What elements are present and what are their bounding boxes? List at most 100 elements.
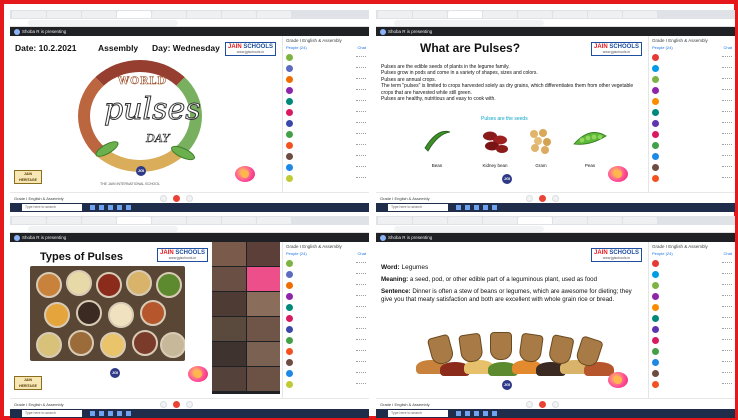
- video-tile[interactable]: [212, 317, 246, 341]
- participant-row[interactable]: [649, 357, 735, 368]
- video-tile[interactable]: [246, 292, 280, 316]
- participant-row[interactable]: [283, 335, 369, 346]
- url-field[interactable]: [394, 20, 544, 26]
- participant-row[interactable]: [283, 346, 369, 357]
- video-tile[interactable]: [246, 342, 280, 366]
- browser-tab-active[interactable]: [117, 217, 151, 224]
- mic-icon[interactable]: [356, 155, 366, 158]
- browser-tab[interactable]: [187, 11, 221, 18]
- participant-row[interactable]: [283, 313, 369, 324]
- microphone-button[interactable]: [160, 401, 167, 408]
- mic-icon[interactable]: [722, 111, 732, 114]
- video-tile[interactable]: [212, 242, 246, 266]
- browser-tab[interactable]: [448, 217, 482, 224]
- mic-icon[interactable]: [356, 306, 366, 309]
- video-tile[interactable]: [246, 242, 280, 266]
- app-icon[interactable]: [117, 205, 122, 210]
- mic-icon[interactable]: [356, 144, 366, 147]
- video-tile[interactable]: [246, 317, 280, 341]
- mic-icon[interactable]: [356, 100, 366, 103]
- browser-tab[interactable]: [588, 11, 622, 18]
- browser-tab[interactable]: [82, 217, 116, 224]
- participant-row[interactable]: [649, 379, 735, 390]
- mic-icon[interactable]: [722, 122, 732, 125]
- participant-row[interactable]: [283, 151, 369, 162]
- participant-row[interactable]: [283, 162, 369, 173]
- camera-button[interactable]: [186, 195, 193, 202]
- tab-people[interactable]: People (24): [286, 251, 307, 256]
- browser-tab-active[interactable]: [518, 217, 552, 224]
- browser-tab-active[interactable]: [448, 11, 482, 18]
- app-icon[interactable]: [492, 205, 497, 210]
- taskbar-search[interactable]: Type here to search: [388, 410, 448, 417]
- end-call-button[interactable]: [173, 401, 180, 408]
- mic-icon[interactable]: [722, 328, 732, 331]
- mic-icon[interactable]: [356, 111, 366, 114]
- participant-row[interactable]: [649, 269, 735, 280]
- participant-row[interactable]: [649, 151, 735, 162]
- mic-icon[interactable]: [356, 372, 366, 375]
- tab-chat[interactable]: Chat: [724, 251, 732, 256]
- participant-row[interactable]: [283, 74, 369, 85]
- participant-row[interactable]: [283, 368, 369, 379]
- browser-tab[interactable]: [47, 11, 81, 18]
- mic-icon[interactable]: [722, 89, 732, 92]
- url-field[interactable]: [394, 226, 544, 232]
- tab-chat[interactable]: Chat: [724, 45, 732, 50]
- video-tile[interactable]: [212, 267, 246, 291]
- browser-tab[interactable]: [152, 11, 186, 18]
- browser-tab[interactable]: [413, 217, 447, 224]
- mic-icon[interactable]: [356, 89, 366, 92]
- mic-icon[interactable]: [722, 317, 732, 320]
- app-icon[interactable]: [456, 205, 461, 210]
- mic-icon[interactable]: [356, 122, 366, 125]
- camera-button[interactable]: [552, 195, 559, 202]
- mic-icon[interactable]: [722, 177, 732, 180]
- app-icon[interactable]: [474, 411, 479, 416]
- participant-row[interactable]: [649, 313, 735, 324]
- video-tile[interactable]: [212, 292, 246, 316]
- participant-row[interactable]: [283, 269, 369, 280]
- mic-icon[interactable]: [356, 56, 366, 59]
- browser-tab[interactable]: [483, 11, 517, 18]
- mic-icon[interactable]: [722, 284, 732, 287]
- end-call-button[interactable]: [539, 195, 546, 202]
- browser-tab-active[interactable]: [117, 11, 151, 18]
- mic-icon[interactable]: [722, 56, 732, 59]
- browser-tab[interactable]: [152, 217, 186, 224]
- tab-people[interactable]: People (24): [286, 45, 307, 50]
- participant-row[interactable]: [649, 140, 735, 151]
- participant-row[interactable]: [649, 346, 735, 357]
- participant-row[interactable]: [649, 74, 735, 85]
- mic-icon[interactable]: [356, 78, 366, 81]
- participant-row[interactable]: [649, 85, 735, 96]
- participant-row[interactable]: [283, 379, 369, 390]
- tab-people[interactable]: People (24): [652, 45, 673, 50]
- url-field[interactable]: [28, 20, 178, 26]
- participant-row[interactable]: [649, 118, 735, 129]
- participant-row[interactable]: [283, 118, 369, 129]
- participant-row[interactable]: [649, 368, 735, 379]
- participant-row[interactable]: [283, 357, 369, 368]
- video-tile[interactable]: [246, 267, 280, 291]
- app-icon[interactable]: [117, 411, 122, 416]
- mic-icon[interactable]: [722, 361, 732, 364]
- mic-icon[interactable]: [722, 295, 732, 298]
- browser-tab[interactable]: [12, 217, 46, 224]
- participant-row[interactable]: [283, 302, 369, 313]
- participant-row[interactable]: [649, 96, 735, 107]
- participant-row[interactable]: [283, 280, 369, 291]
- browser-tab[interactable]: [12, 11, 46, 18]
- browser-tab[interactable]: [518, 11, 552, 18]
- browser-tab[interactable]: [222, 217, 256, 224]
- mic-icon[interactable]: [356, 328, 366, 331]
- microphone-button[interactable]: [526, 401, 533, 408]
- browser-tab[interactable]: [623, 11, 657, 18]
- app-icon[interactable]: [90, 411, 95, 416]
- app-icon[interactable]: [126, 205, 131, 210]
- app-icon[interactable]: [483, 411, 488, 416]
- taskbar-search[interactable]: Type here to search: [388, 204, 448, 211]
- mic-icon[interactable]: [722, 306, 732, 309]
- mic-icon[interactable]: [356, 284, 366, 287]
- mic-icon[interactable]: [722, 273, 732, 276]
